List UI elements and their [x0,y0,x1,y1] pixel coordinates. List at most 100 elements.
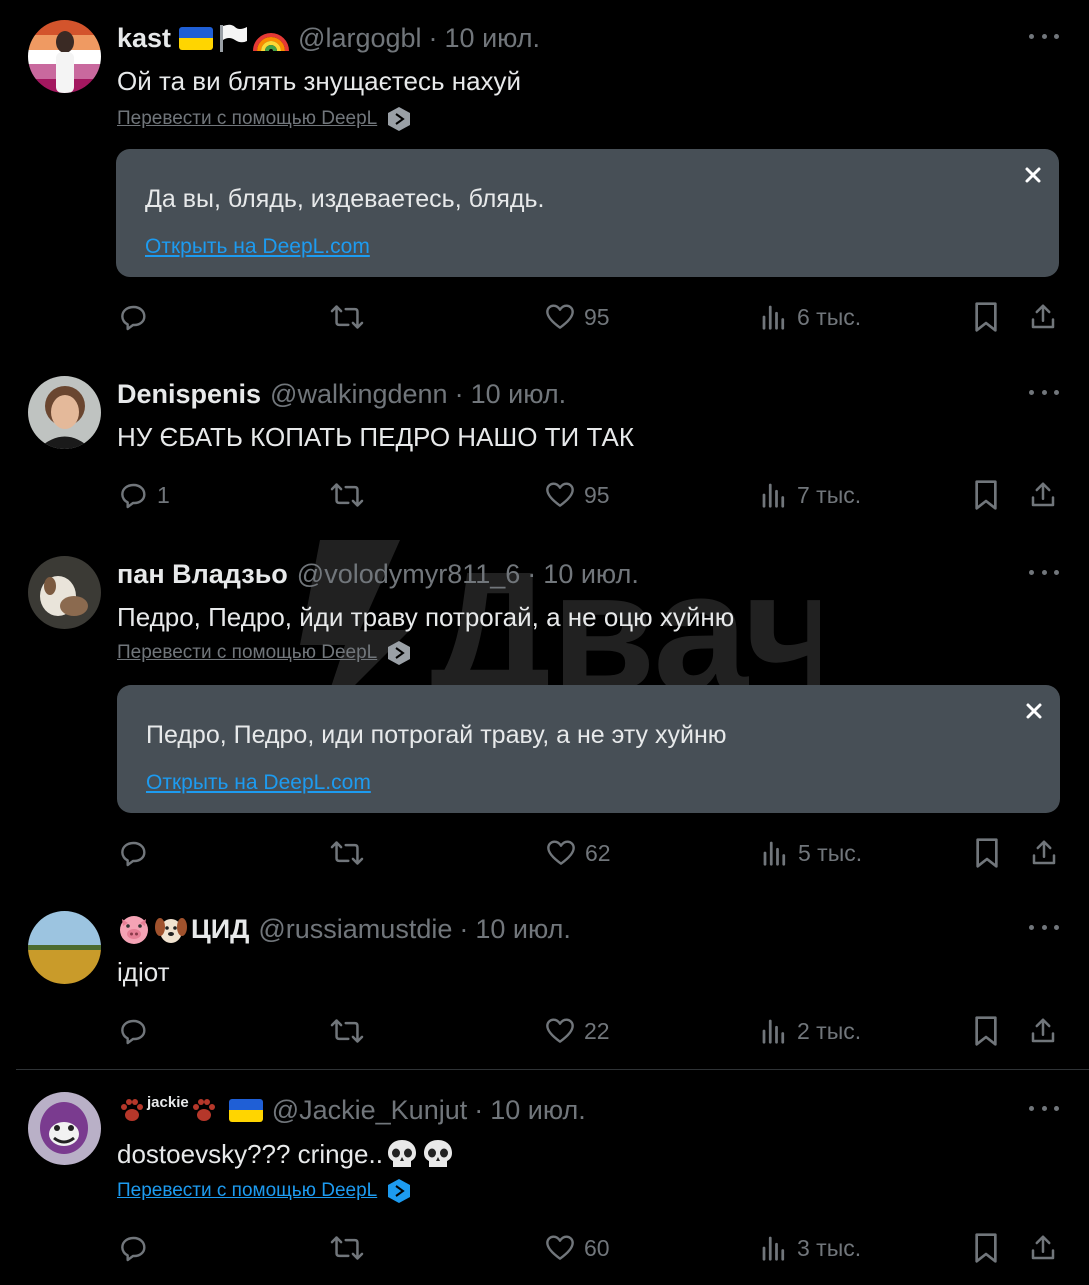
repost-button[interactable] [330,833,372,873]
avatar[interactable] [28,556,101,629]
reply-button[interactable] [117,1228,157,1268]
share-icon [1031,304,1055,329]
bookmark-button[interactable] [972,1011,1000,1051]
bookmark-button[interactable] [972,475,1000,515]
like-button[interactable]: 60 [544,1228,610,1268]
timestamp[interactable]: 10 июл. [490,1095,586,1126]
more-options-icon[interactable] [1029,24,1059,48]
tweet-text: НУ ЄБАТЬ КОПАТЬ ПЕДРО НАШО ТИ ТАК [117,422,634,452]
translate-label[interactable]: Перевести с помощью DeepL [117,642,377,664]
close-icon[interactable] [1024,701,1044,721]
open-deepl-link[interactable]: Открыть на DeepL.com [145,235,370,259]
views-button[interactable]: 6 тыс. [759,297,861,337]
bookmark-button[interactable] [972,1228,1000,1268]
like-button[interactable]: 95 [544,475,610,515]
like-button[interactable]: 22 [544,1011,610,1051]
display-name[interactable]: Denispenis [117,379,261,410]
views-chart-icon [762,483,785,508]
like-count: 62 [585,839,611,866]
repost-button[interactable] [330,297,372,337]
reply-button[interactable] [117,297,157,337]
share-button[interactable] [1029,833,1059,873]
share-button[interactable] [1028,297,1058,337]
translate-link[interactable]: Перевести с помощью DeepL [117,640,411,666]
ukraine-flag-emoji [179,26,214,50]
rainbow-emoji [253,33,290,52]
user-handle[interactable]: @volodymyr811_6 [297,559,521,590]
translate-link[interactable]: Перевести с помощью DeepL [117,106,411,132]
tweet-text: Ой та ви блять знущаєтесь нахуй [117,66,522,96]
user-handle[interactable]: @largogbl [298,23,421,54]
pig-emoji [120,916,148,944]
more-options-icon[interactable] [1029,560,1059,584]
display-name[interactable]: пан Владзьо [117,559,288,590]
tweet-header: kast @largogbl · 10 июл. [117,20,540,56]
display-name[interactable]: ЦИД [191,914,249,945]
more-options-icon[interactable] [1029,380,1059,404]
reply-button[interactable] [117,1011,157,1051]
dog-emoji [155,918,187,943]
user-handle[interactable]: @russiamustdie [258,914,452,945]
views-button[interactable]: 3 тыс. [759,1228,861,1268]
timestamp[interactable]: 10 июл. [543,559,639,590]
repost-button[interactable] [330,1228,372,1268]
views-count: 6 тыс. [797,303,862,330]
bookmark-icon [975,1233,997,1263]
avatar[interactable] [28,1092,101,1165]
display-name[interactable]: kast [117,23,171,54]
user-handle[interactable]: @Jackie_Kunjut [272,1095,468,1126]
tweet-header: ЦИД @russiamustdie · 10 июл. [117,911,571,947]
translate-label[interactable]: Перевести с помощью DeepL [117,1180,377,1202]
share-button[interactable] [1028,475,1058,515]
tweet-actions: 62 5 тыс. [0,833,1089,873]
timestamp[interactable]: 10 июл. [445,23,541,54]
avatar[interactable] [28,20,101,93]
avatar[interactable] [28,911,101,984]
share-icon [1031,1235,1055,1260]
tweet-actions: 95 6 тыс. [0,297,1089,337]
translate-label[interactable]: Перевести с помощью DeepL [117,108,377,130]
bookmark-icon [976,838,998,868]
reply-count: 1 [157,481,170,508]
open-deepl-link[interactable]: Открыть на DeepL.com [146,771,371,795]
deepl-icon [388,107,411,131]
like-button[interactable]: 62 [545,833,611,873]
reply-button[interactable]: 1 [117,475,170,515]
translation-box: Педро, Педро, иди потрогай траву, а не э… [117,685,1060,813]
user-handle[interactable]: @walkingdenn [270,379,448,410]
repost-icon [330,841,364,865]
views-button[interactable]: 2 тыс. [759,1011,861,1051]
translation-box: Да вы, блядь, издеваетесь, блядь. Открыт… [116,149,1059,277]
timestamp[interactable]: 10 июл. [471,379,567,410]
tweet-actions: 1 95 7 тыс. [0,475,1089,515]
repost-button[interactable] [330,1011,372,1051]
reply-button[interactable] [117,833,157,873]
repost-icon [330,305,364,329]
tweet-header: пан Владзьо @volodymyr811_6 · 10 июл. [117,556,639,592]
heart-icon [546,482,574,507]
views-button[interactable]: 7 тыс. [759,475,861,515]
share-button[interactable] [1028,1011,1058,1051]
share-button[interactable] [1028,1228,1058,1268]
close-icon[interactable] [1023,165,1043,185]
heart-icon [546,1018,574,1043]
bookmark-button[interactable] [973,833,1001,873]
avatar[interactable] [28,376,101,449]
reply-icon [121,305,146,331]
share-icon [1032,840,1056,865]
display-name[interactable]: jackie [147,1094,189,1111]
heart-icon [546,304,574,329]
like-button[interactable]: 95 [544,297,610,337]
repost-icon [330,1019,364,1043]
timestamp[interactable]: 10 июл. [475,914,571,945]
heart-icon [546,1235,574,1260]
reply-icon [121,483,146,509]
skull-emoji [423,1140,452,1167]
repost-icon [330,483,364,507]
views-button[interactable]: 5 тыс. [760,833,862,873]
more-options-icon[interactable] [1029,1096,1059,1120]
more-options-icon[interactable] [1029,915,1059,939]
repost-button[interactable] [330,475,372,515]
bookmark-button[interactable] [972,297,1000,337]
translate-link[interactable]: Перевести с помощью DeepL [117,1178,411,1204]
